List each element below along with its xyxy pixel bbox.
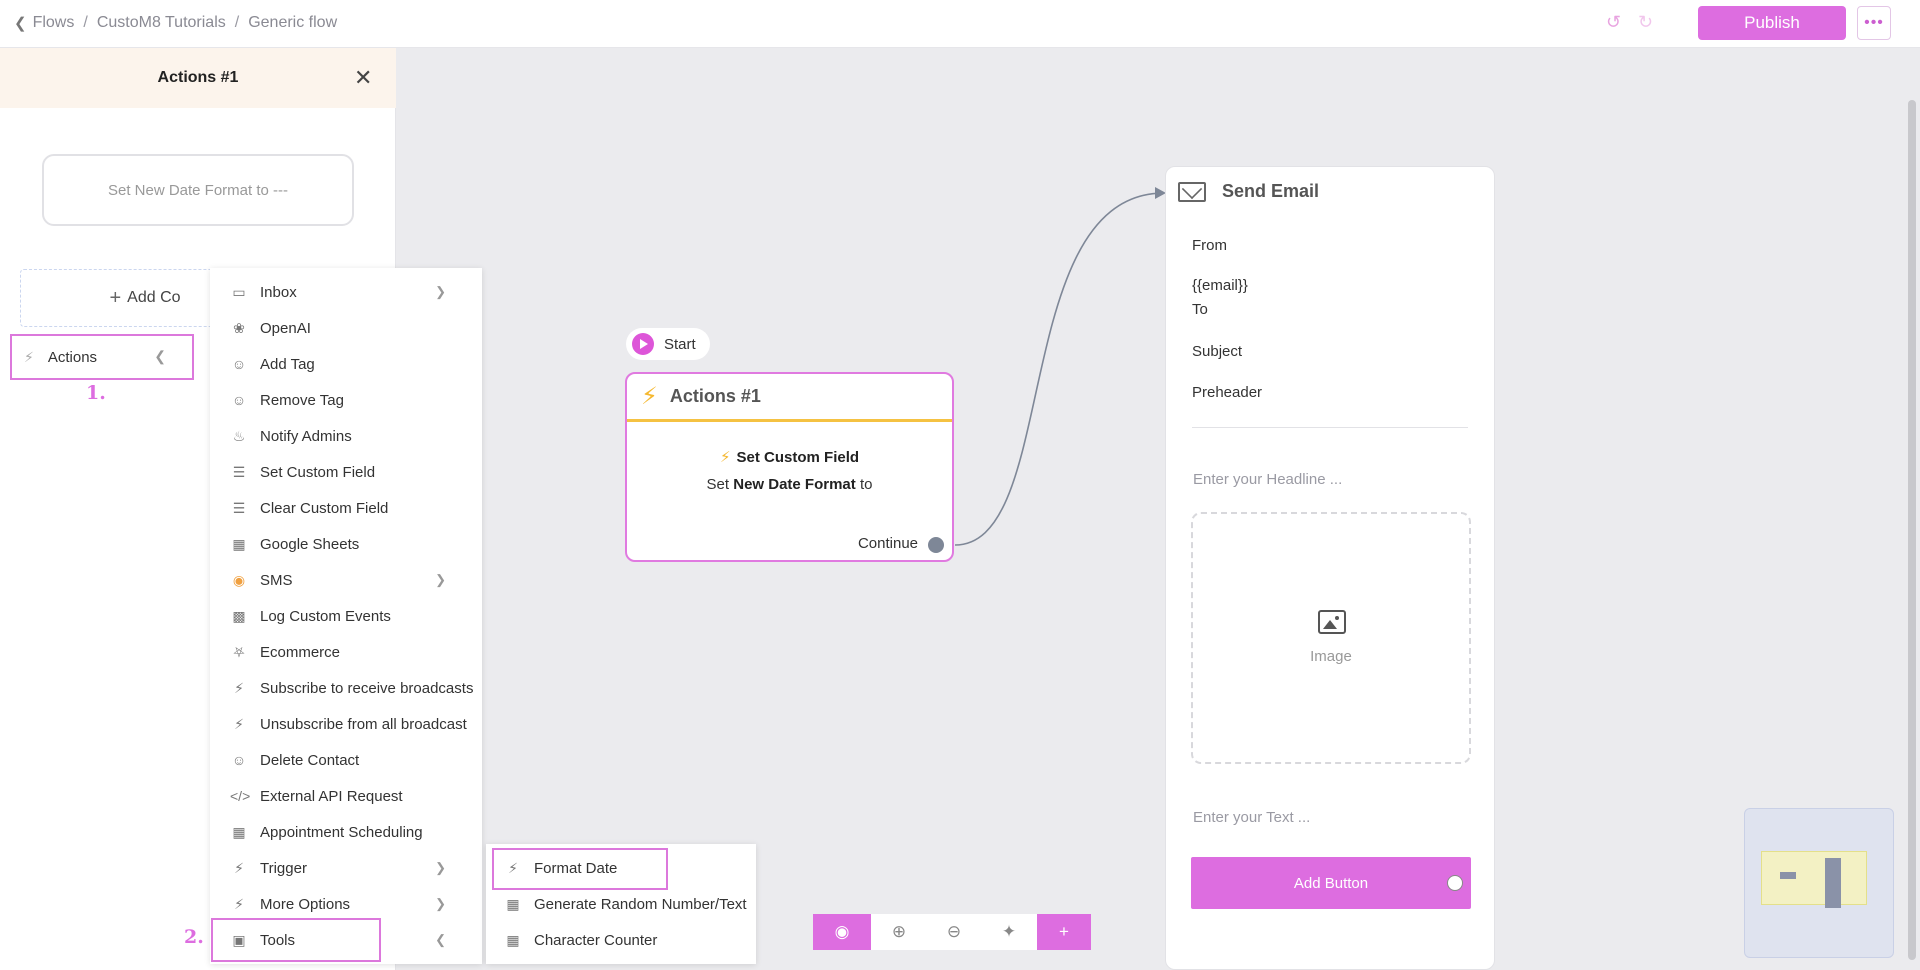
auto-layout-icon[interactable]: ✦ xyxy=(981,914,1037,950)
play-icon xyxy=(632,333,654,355)
subject-label: Subject xyxy=(1192,343,1243,360)
vertical-scrollbar[interactable] xyxy=(1908,100,1916,960)
to-label: To xyxy=(1192,301,1208,318)
action-summary-label: Set Custom Field xyxy=(736,449,860,466)
actions-node[interactable]: ⚡︎ Actions #1 ⚡︎ Set Custom Field Set New… xyxy=(625,372,954,562)
preheader-label: Preheader xyxy=(1192,384,1263,401)
text-placeholder[interactable]: Enter your Text ... xyxy=(1193,809,1310,826)
image-dropzone[interactable]: Image xyxy=(1191,512,1471,764)
envelope-icon xyxy=(1178,181,1206,202)
canvas-toolbar: ◉ ⊕ ⊖ ✦ + xyxy=(813,914,1091,950)
action-summary-title: ⚡︎ Set Custom Field xyxy=(627,448,952,466)
send-email-node[interactable]: Send Email From {{email}} To Subject Pre… xyxy=(1165,166,1495,970)
image-label: Image xyxy=(1310,648,1352,665)
action-detail-prefix: Set xyxy=(706,476,730,493)
bolt-icon: ⚡︎ xyxy=(719,449,731,466)
action-summary-detail: Set New Date Format to xyxy=(627,476,952,493)
send-email-title: Send Email xyxy=(1222,181,1320,201)
zoom-out-icon[interactable]: ⊖ xyxy=(927,914,981,950)
eye-icon[interactable]: ◉ xyxy=(813,914,871,950)
add-button[interactable]: Add Button xyxy=(1191,857,1471,909)
minimap[interactable] xyxy=(1744,808,1894,958)
zoom-in-icon[interactable]: ⊕ xyxy=(871,914,927,950)
add-node-icon[interactable]: + xyxy=(1037,914,1091,950)
actions-node-header: ⚡︎ Actions #1 xyxy=(627,374,952,422)
add-button-label: Add Button xyxy=(1293,874,1369,892)
bolt-icon: ⚡︎ xyxy=(641,383,658,410)
headline-placeholder[interactable]: Enter your Headline ... xyxy=(1193,471,1342,488)
minimap-viewport xyxy=(1761,851,1867,908)
action-detail-suffix: to xyxy=(859,476,873,493)
start-node[interactable]: Start xyxy=(626,328,710,360)
minimap-node xyxy=(1825,858,1841,908)
send-email-header: Send Email xyxy=(1178,181,1319,202)
from-value: {{email}} xyxy=(1192,277,1248,294)
divider xyxy=(1192,427,1468,428)
continue-handle[interactable] xyxy=(928,537,944,553)
action-detail-field: New Date Format xyxy=(733,476,856,493)
flow-connector xyxy=(954,187,1166,546)
button-handle[interactable] xyxy=(1447,875,1463,891)
minimap-node xyxy=(1780,872,1796,879)
continue-label: Continue xyxy=(857,535,918,552)
from-label: From xyxy=(1192,237,1227,254)
actions-node-title: Actions #1 xyxy=(669,386,761,406)
start-label: Start xyxy=(664,335,696,353)
image-icon xyxy=(1318,610,1346,634)
